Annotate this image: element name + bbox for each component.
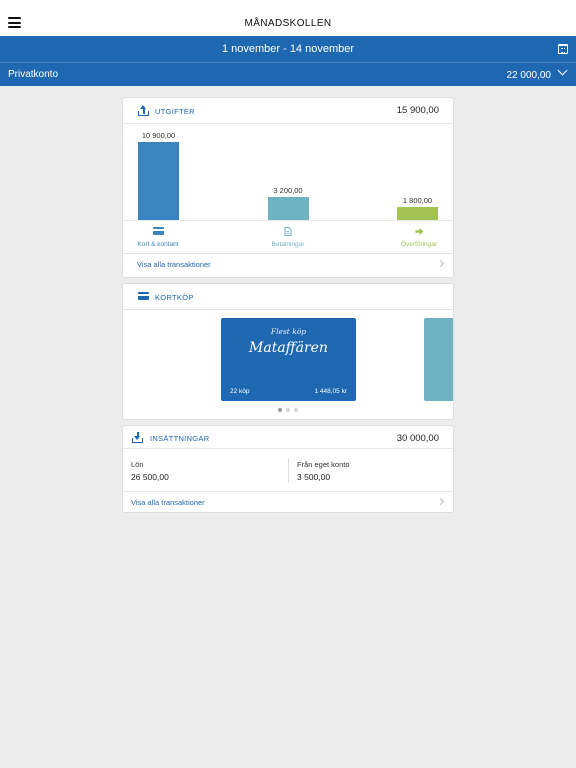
card-purchases-title: KORTKÖP [155,293,194,302]
period-bar: 1 november - 14 november [0,36,576,62]
card-purchases-card: KORTKÖP Flest köp Mataffären 22 köp 1 44… [122,283,454,420]
deposits-total: 30 000,00 [396,433,439,444]
deposits-all-transactions-link[interactable]: Visa alla transaktioner [123,492,453,513]
category-kort-kontant[interactable]: Kort & kontant [123,227,193,248]
category-label: Betalningar [271,241,305,248]
expenses-header: UTGIFTER 15 900,00 [123,98,453,124]
date-range-label[interactable]: 1 november - 14 november [0,43,576,55]
all-transactions-label: Visa alla transaktioner [131,498,205,507]
card-icon [123,227,193,236]
expenses-card: UTGIFTER 15 900,00 10 900,00 3 200,00 1 … [122,97,454,278]
deposit-amount: 3 500,00 [297,472,331,482]
page-dot[interactable] [286,408,290,412]
purchase-amount: 1 448,05 kr [314,388,347,395]
expenses-bar-chart: 10 900,00 3 200,00 1 800,00 [123,124,453,221]
deposits-header: INSÄTTNINGAR 30 000,00 [123,426,453,449]
document-icon [253,227,323,236]
all-transactions-label: Visa alla transaktioner [137,260,211,269]
divider [288,458,289,483]
page-indicator [123,408,453,412]
deposit-label: Lön [131,460,144,469]
category-label: Överföringar [400,241,438,248]
page-dot[interactable] [278,408,282,412]
bar-kort-kontant[interactable] [138,142,179,220]
bar-overforingar[interactable] [397,207,438,220]
merchant-name: Mataffären [249,340,328,356]
page-dot[interactable] [294,408,298,412]
bar-betalningar[interactable] [267,197,309,220]
deposits-card: INSÄTTNINGAR 30 000,00 Lön 26 500,00 Frå… [122,425,454,513]
deposit-label: Från eget konto [297,460,350,469]
chevron-down-icon[interactable] [557,65,568,76]
expenses-total: 15 900,00 [396,105,439,116]
bar-value-label: 1 800,00 [402,196,433,206]
arrow-right-icon [384,227,454,236]
category-overforingar[interactable]: Överföringar [384,227,454,248]
calendar-icon[interactable] [558,44,568,54]
chevron-right-icon [436,497,445,506]
account-selector[interactable]: Privatkonto 22 000,00 [0,62,576,86]
category-label: Kort & kontant [137,241,179,248]
deposit-item[interactable]: Lön 26 500,00 [131,460,169,482]
category-row: Kort & kontant Betalningar Överföringar [123,221,453,254]
bar-value-label: 3 200,00 [273,186,303,196]
slide-subtitle: Flest köp [270,327,307,336]
next-slide-peek[interactable] [424,318,453,401]
deposit-amount: 26 500,00 [131,472,169,482]
app-title: MÅNADSKOLLEN [244,18,332,29]
purchase-count: 22 köp [230,388,250,395]
category-betalningar[interactable]: Betalningar [253,227,323,248]
credit-card-icon [138,292,149,300]
chevron-right-icon [436,259,445,268]
account-name: Privatkonto [8,69,59,80]
upload-icon [138,105,149,116]
account-balance: 22 000,00 [506,70,552,81]
card-purchases-header: KORTKÖP [123,284,453,310]
deposits-title: INSÄTTNINGAR [150,434,210,443]
top-merchant-slide[interactable]: Flest köp Mataffären 22 köp 1 448,05 kr [221,318,356,401]
bar-value-label: 10 900,00 [141,131,176,140]
top-app-bar: MÅNADSKOLLEN [0,0,576,36]
deposit-item[interactable]: Från eget konto 3 500,00 [297,460,350,482]
expenses-all-transactions-link[interactable]: Visa alla transaktioner [123,254,453,275]
expenses-title: UTGIFTER [155,107,195,116]
download-icon [132,432,143,443]
deposits-breakdown: Lön 26 500,00 Från eget konto 3 500,00 [123,449,453,492]
